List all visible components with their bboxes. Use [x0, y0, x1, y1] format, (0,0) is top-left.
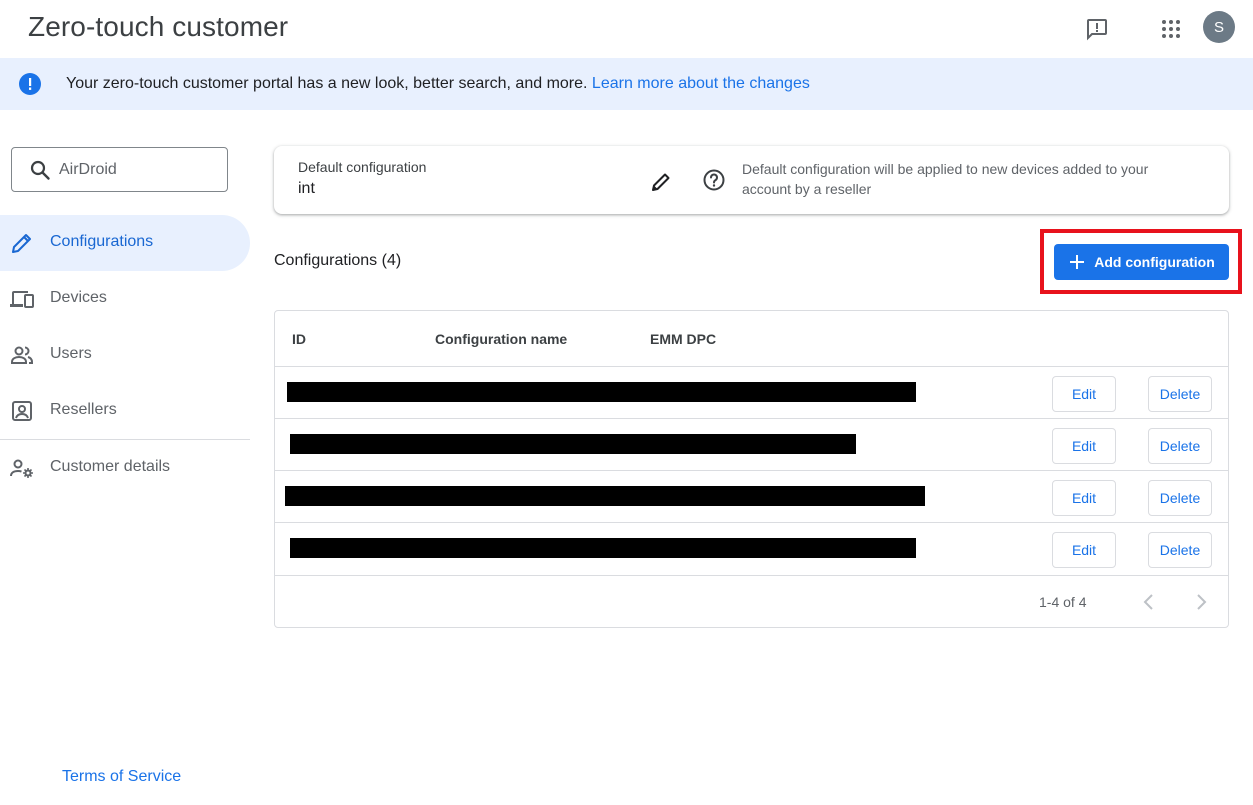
column-header-emm-dpc[interactable]: EMM DPC [650, 331, 716, 347]
default-config-value: int [298, 180, 315, 197]
banner-text: Your zero-touch customer portal has a ne… [66, 75, 588, 92]
sidebar-item-devices[interactable]: Devices [0, 271, 250, 327]
previous-page-button[interactable] [1136, 589, 1162, 615]
app-title: Zero-touch customer [28, 11, 289, 42]
chevron-right-icon [1197, 594, 1207, 610]
edit-button[interactable]: Edit [1052, 532, 1116, 568]
info-banner: Your zero-touch customer portal has a ne… [0, 58, 1253, 110]
info-icon [19, 73, 41, 95]
sidebar-item-label: Devices [50, 289, 107, 306]
sidebar-item-label: Customer details [50, 458, 171, 475]
pencil-icon [12, 234, 31, 253]
sidebar-item-label: Configurations [50, 233, 154, 250]
reseller-icon [12, 401, 32, 421]
devices-icon [10, 291, 34, 308]
sidebar-item-users[interactable]: Users [0, 327, 250, 383]
edit-button[interactable]: Edit [1052, 428, 1116, 464]
table-row[interactable]: Edit Delete [275, 367, 1228, 419]
chevron-left-icon [1143, 594, 1153, 610]
delete-button[interactable]: Delete [1148, 376, 1212, 412]
table-row[interactable]: Edit Delete [275, 419, 1228, 471]
sidebar-item-configurations[interactable]: Configurations [0, 215, 250, 271]
apps-grid-icon[interactable] [1155, 13, 1187, 45]
add-configuration-label: Add configuration [1094, 254, 1215, 270]
learn-more-link[interactable]: Learn more about the changes [592, 75, 810, 92]
avatar[interactable]: S [1203, 11, 1235, 43]
next-page-button[interactable] [1188, 589, 1214, 615]
plus-icon [1070, 255, 1085, 269]
delete-button[interactable]: Delete [1148, 532, 1212, 568]
edit-button[interactable]: Edit [1052, 480, 1116, 516]
column-header-id[interactable]: ID [292, 331, 306, 347]
terms-of-service-link[interactable]: Terms of Service [62, 768, 181, 786]
edit-button[interactable]: Edit [1052, 376, 1116, 412]
search-input[interactable] [59, 158, 219, 182]
users-icon [11, 346, 33, 364]
delete-button[interactable]: Delete [1148, 480, 1212, 516]
delete-button[interactable]: Delete [1148, 428, 1212, 464]
sidebar-item-label: Users [50, 345, 92, 362]
help-icon[interactable] [702, 168, 726, 192]
row-divider [275, 575, 1228, 576]
customer-settings-icon [10, 459, 33, 478]
pagination-range: 1-4 of 4 [1039, 594, 1087, 610]
feedback-icon[interactable] [1081, 13, 1113, 45]
edit-default-config-icon[interactable] [649, 170, 673, 194]
default-config-label: Default configuration [298, 159, 427, 175]
sidebar-item-resellers[interactable]: Resellers [0, 383, 250, 439]
redacted-content [290, 538, 916, 558]
column-header-configuration-name[interactable]: Configuration name [435, 331, 567, 347]
search-icon [30, 160, 50, 180]
default-configuration-card: Default configuration int Default config… [274, 146, 1229, 214]
sidebar-item-label: Resellers [50, 401, 117, 418]
app-header: Zero-touch customer S [0, 0, 1253, 58]
configurations-table: ID Configuration name EMM DPC Edit Delet… [274, 310, 1229, 628]
redacted-content [285, 486, 925, 506]
sidebar-item-customer-details[interactable]: Customer details [0, 440, 250, 496]
redacted-content [290, 434, 856, 454]
add-configuration-button[interactable]: Add configuration [1054, 244, 1229, 280]
table-row[interactable]: Edit Delete [275, 471, 1228, 523]
configurations-heading: Configurations (4) [274, 252, 402, 269]
search-box[interactable] [11, 147, 228, 192]
table-row[interactable]: Edit Delete [275, 523, 1228, 575]
banner-message: Your zero-touch customer portal has a ne… [66, 75, 810, 93]
redacted-content [287, 382, 916, 402]
default-config-note: Default configuration will be applied to… [742, 161, 1149, 197]
